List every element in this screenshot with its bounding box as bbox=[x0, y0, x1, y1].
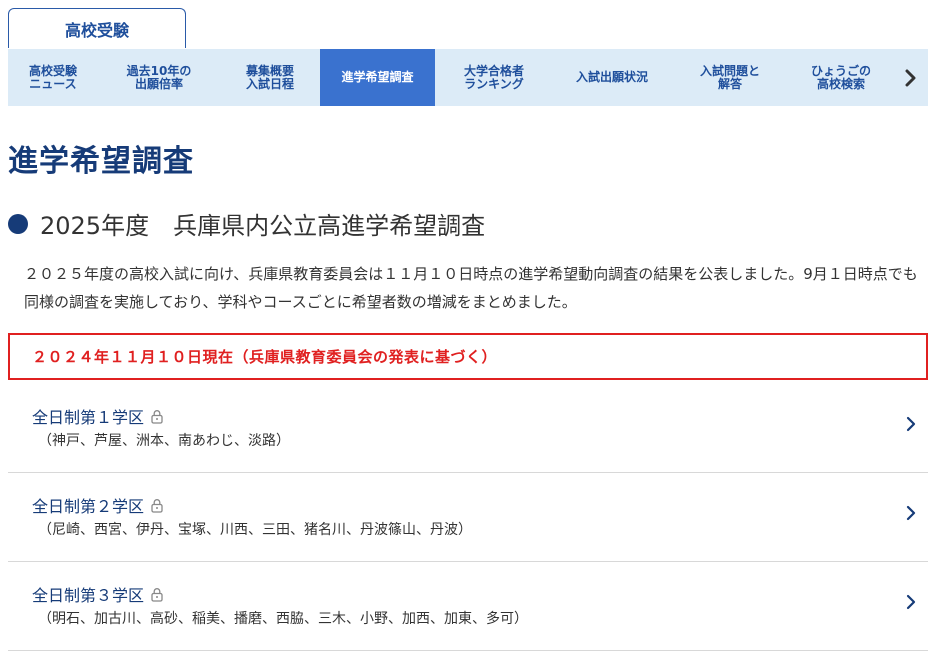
nav-item-application-status[interactable]: 入試出願状況 bbox=[553, 49, 671, 106]
nav-item-label-line1: ひょうごの bbox=[810, 63, 871, 78]
district-areas: （神戸、芦屋、洲本、南あわじ、淡路） bbox=[38, 433, 290, 449]
chevron-right-icon bbox=[906, 594, 916, 610]
district-title-text: 全日制第３学区 bbox=[32, 586, 145, 605]
nav-item-admission-schedule[interactable]: 募集概要 入試日程 bbox=[220, 49, 320, 106]
nav-item-label-line2: 解答 bbox=[717, 76, 742, 91]
district-row-1[interactable]: 全日制第１学区 （神戸、芦屋、洲本、南あわじ、淡路） bbox=[8, 384, 928, 473]
nav-item-news[interactable]: 高校受験 ニュース bbox=[8, 49, 98, 106]
nav-item-label-line2: ランキング bbox=[464, 76, 524, 91]
nav-item-label-line1: 過去10年の bbox=[126, 63, 192, 78]
district-areas: （尼崎、西宮、伊丹、宝塚、川西、三田、猪名川、丹波篠山、丹波） bbox=[38, 522, 472, 538]
nav-item-label-line2: 高校検索 bbox=[816, 76, 865, 91]
nav-item-label-line1: 入試出願状況 bbox=[575, 70, 648, 84]
nav-next-button[interactable] bbox=[893, 49, 928, 106]
nav-item-label-line2: ニュース bbox=[29, 76, 77, 91]
lock-icon bbox=[150, 498, 164, 513]
nav-item-label-line1: 高校受験 bbox=[28, 63, 77, 78]
category-nav: 高校受験 ニュース 過去10年の 出願倍率 募集概要 入試日程 進学希望調査 大学合格… bbox=[8, 49, 928, 106]
nav-item-label-line1: 大学合格者 bbox=[463, 63, 524, 78]
district-title: 全日制第３学区 bbox=[32, 582, 164, 606]
nav-item-label-line1: 募集概要 bbox=[245, 63, 294, 78]
district-title: 全日制第１学区 bbox=[32, 404, 164, 428]
tab-high-school-exam[interactable]: 高校受験 bbox=[8, 8, 186, 48]
bullet-dot-icon bbox=[8, 213, 28, 234]
lock-icon bbox=[150, 587, 164, 602]
intro-paragraph: ２０２５年度の高校入試に向け、兵庫県教育委員会は１１月１０日時点の進学希望動向調… bbox=[24, 265, 918, 311]
chevron-right-icon bbox=[906, 416, 916, 432]
nav-item-preference-survey[interactable]: 進学希望調査 bbox=[320, 49, 435, 106]
notice-box: ２０２４年１１月１０日現在（兵庫県教育委員会の発表に基づく） bbox=[8, 333, 928, 380]
district-row-2[interactable]: 全日制第２学区 （尼崎、西宮、伊丹、宝塚、川西、三田、猪名川、丹波篠山、丹波） bbox=[8, 473, 928, 562]
district-title: 全日制第２学区 bbox=[32, 493, 164, 517]
nav-item-past-ratios[interactable]: 過去10年の 出願倍率 bbox=[98, 49, 220, 106]
section-heading: 2025年度 兵庫県内公立高進学希望調査 bbox=[8, 206, 485, 241]
nav-item-university-ranking[interactable]: 大学合格者 ランキング bbox=[435, 49, 553, 106]
district-areas: （明石、加古川、高砂、稲美、播磨、西脇、三木、小野、加西、加東、多可） bbox=[38, 611, 528, 627]
lock-icon bbox=[150, 409, 164, 424]
chevron-right-icon bbox=[905, 69, 915, 86]
nav-item-label-line2: 出願倍率 bbox=[134, 76, 183, 91]
nav-item-label-line1: 進学希望調査 bbox=[341, 70, 414, 84]
district-list: 全日制第１学区 （神戸、芦屋、洲本、南あわじ、淡路） 全日制第２学区 （尼崎、西… bbox=[8, 384, 928, 651]
district-title-text: 全日制第２学区 bbox=[32, 497, 145, 516]
nav-item-exam-answers[interactable]: 入試問題と 解答 bbox=[671, 49, 789, 106]
nav-item-school-search[interactable]: ひょうごの 高校検索 bbox=[789, 49, 893, 106]
page-title: 進学希望調査 bbox=[8, 144, 194, 179]
nav-item-label-line1: 入試問題と bbox=[699, 63, 760, 78]
section-heading-text: 2025年度 兵庫県内公立高進学希望調査 bbox=[40, 212, 486, 240]
district-row-3[interactable]: 全日制第３学区 （明石、加古川、高砂、稲美、播磨、西脇、三木、小野、加西、加東、… bbox=[8, 562, 928, 651]
nav-item-label-line2: 入試日程 bbox=[245, 76, 294, 91]
top-tab-container: 高校受験 bbox=[8, 8, 186, 48]
chevron-right-icon bbox=[906, 505, 916, 521]
district-title-text: 全日制第１学区 bbox=[32, 408, 145, 427]
